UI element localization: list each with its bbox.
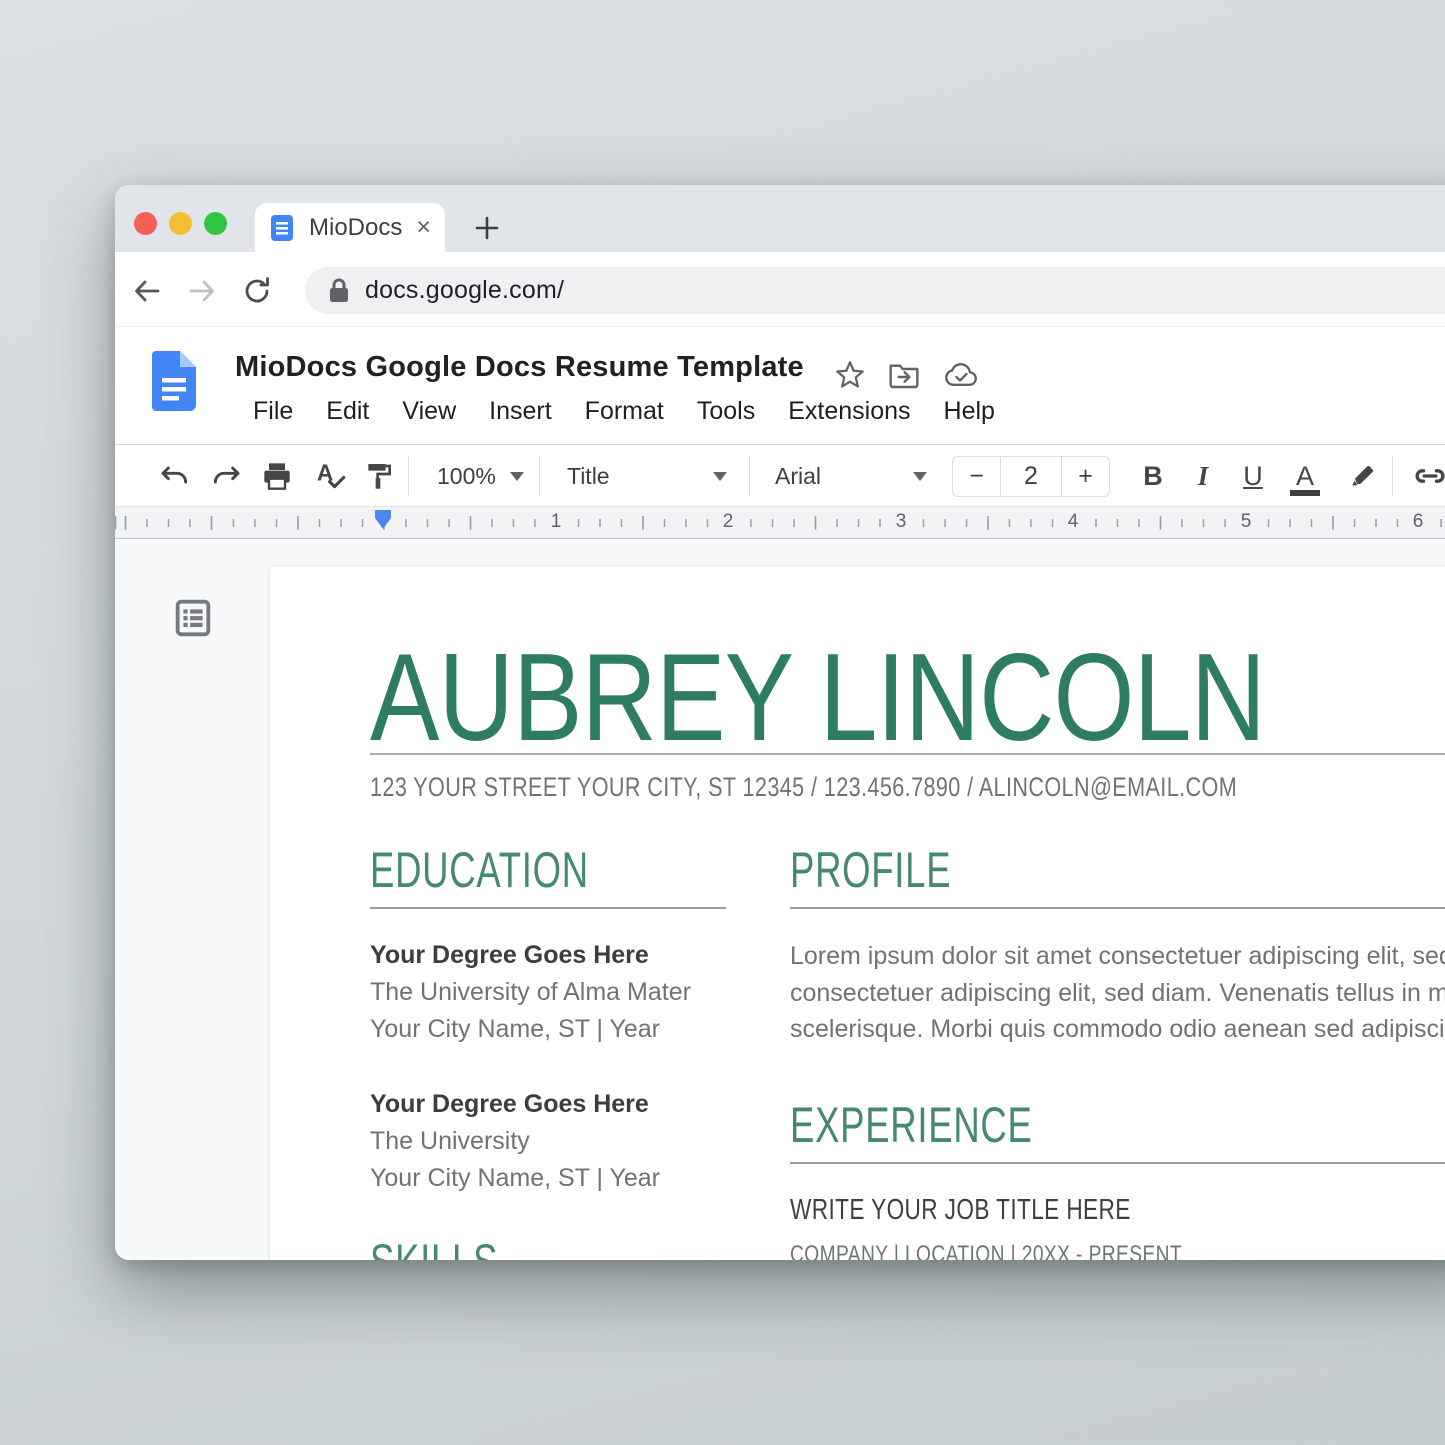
chevron-down-icon [913, 472, 927, 481]
paragraph-style-select[interactable]: Title [567, 457, 727, 495]
tab-title: MioDocs [309, 214, 416, 242]
menu-bar: File Edit View Insert Format Tools Exten… [253, 397, 995, 426]
url-text: docs.google.com/ [365, 276, 564, 305]
decrease-font-size-button[interactable]: − [953, 457, 1001, 496]
back-icon[interactable] [132, 276, 162, 306]
ruler-number: 3 [890, 511, 913, 533]
menu-view[interactable]: View [402, 397, 456, 426]
highlight-color-button[interactable] [1347, 457, 1379, 495]
spell-check-icon[interactable]: A [314, 457, 348, 495]
text-color-button[interactable]: A [1285, 461, 1325, 492]
education-heading: EDUCATION [370, 845, 589, 895]
tab-strip: MioDocs × [115, 185, 1445, 252]
chevron-down-icon [510, 472, 524, 481]
menu-tools[interactable]: Tools [697, 397, 755, 426]
bold-button[interactable]: B [1133, 461, 1173, 492]
experience-section: EXPERIENCE WRITE YOUR JOB TITLE HERE COM… [790, 1100, 1445, 1261]
section-divider [790, 907, 1445, 909]
ruler-number: 5 [1235, 511, 1258, 533]
toolbar-separator [408, 456, 409, 496]
close-tab-icon[interactable]: × [416, 213, 431, 242]
chevron-down-icon [713, 472, 727, 481]
resume-left-column: EDUCATION Your Degree Goes Here The Univ… [370, 845, 726, 1260]
menu-edit[interactable]: Edit [326, 397, 369, 426]
increase-font-size-button[interactable]: + [1061, 457, 1109, 496]
reload-icon[interactable] [242, 276, 272, 306]
ruler-number: 4 [1062, 511, 1085, 533]
url-bar[interactable]: docs.google.com/ [305, 267, 1445, 314]
maximize-window-button[interactable] [204, 212, 227, 235]
font-family-select[interactable]: Arial [775, 457, 927, 495]
name-divider [370, 753, 1445, 755]
resume-contact: 123 YOUR STREET YOUR CITY, ST 12345 / 12… [370, 772, 1237, 803]
docs-header: MioDocs Google Docs Resume Template File… [115, 327, 1445, 444]
text-color-bar [1290, 490, 1320, 496]
font-size-value[interactable]: 2 [1001, 457, 1061, 496]
profile-heading: PROFILE [790, 845, 951, 895]
browser-navbar: docs.google.com/ [115, 252, 1445, 327]
minimize-window-button[interactable] [169, 212, 192, 235]
insert-link-button[interactable] [1412, 457, 1445, 495]
print-icon[interactable] [261, 457, 293, 495]
undo-icon[interactable] [159, 457, 191, 495]
document-outline-icon[interactable] [170, 595, 216, 641]
forward-icon[interactable] [187, 276, 217, 306]
toolbar-separator [749, 456, 750, 496]
browser-window: MioDocs × docs.google.com/ [115, 185, 1445, 1260]
job-title: WRITE YOUR JOB TITLE HERE [790, 1194, 1131, 1227]
italic-button[interactable]: I [1183, 461, 1223, 492]
redo-icon[interactable] [210, 457, 242, 495]
move-folder-icon[interactable] [888, 359, 920, 391]
document-title[interactable]: MioDocs Google Docs Resume Template [235, 351, 804, 384]
menu-file[interactable]: File [253, 397, 293, 426]
profile-text: Lorem ipsum dolor sit amet consectetuer … [790, 938, 1445, 1048]
resume-right-column: PROFILE Lorem ipsum dolor sit amet conse… [790, 845, 1445, 1260]
paint-format-icon[interactable] [363, 457, 395, 495]
docs-toolbar: A 100% Title Arial − 2 + B I U A [115, 444, 1445, 507]
ruler-number: 1 [545, 511, 568, 533]
experience-heading: EXPERIENCE [790, 1100, 1033, 1150]
lock-icon [329, 278, 349, 303]
desktop: { "browser": { "tab_title": "MioDocs", "… [0, 0, 1445, 1445]
education-entry: Your Degree Goes Here The University of … [370, 937, 726, 1048]
resume-name: AUBREY LINCOLN [370, 633, 1265, 763]
new-tab-button[interactable] [473, 214, 501, 242]
indent-marker[interactable] [375, 510, 391, 529]
zoom-select[interactable]: 100% [437, 457, 524, 495]
ruler-number: 2 [717, 511, 740, 533]
section-divider [370, 907, 726, 909]
toolbar-separator [1392, 456, 1393, 496]
skills-heading: SKILLS [370, 1237, 498, 1260]
menu-extensions[interactable]: Extensions [788, 397, 910, 426]
menu-format[interactable]: Format [585, 397, 664, 426]
toolbar-separator [539, 456, 540, 496]
skills-section: SKILLS [370, 1237, 726, 1260]
menu-insert[interactable]: Insert [489, 397, 552, 426]
ruler: 1 2 3 4 5 6 [115, 507, 1445, 539]
menu-help[interactable]: Help [944, 397, 995, 426]
document-workspace: AUBREY LINCOLN 123 YOUR STREET YOUR CITY… [115, 539, 1445, 1260]
cloud-saved-icon[interactable] [944, 359, 978, 391]
font-size-stepper: − 2 + [952, 456, 1110, 497]
underline-button[interactable]: U [1233, 461, 1273, 492]
star-icon[interactable] [834, 359, 866, 391]
browser-tab[interactable]: MioDocs × [255, 203, 445, 252]
company-line: COMPANY | LOCATION | 20XX - PRESENT [790, 1241, 1182, 1261]
education-entry: Your Degree Goes Here The University You… [370, 1086, 726, 1197]
document-page[interactable]: AUBREY LINCOLN 123 YOUR STREET YOUR CITY… [270, 567, 1445, 1260]
google-docs-logo[interactable] [152, 351, 196, 411]
ruler-number: 6 [1407, 511, 1430, 533]
close-window-button[interactable] [134, 212, 157, 235]
docs-favicon [269, 215, 295, 241]
section-divider [790, 1162, 1445, 1164]
